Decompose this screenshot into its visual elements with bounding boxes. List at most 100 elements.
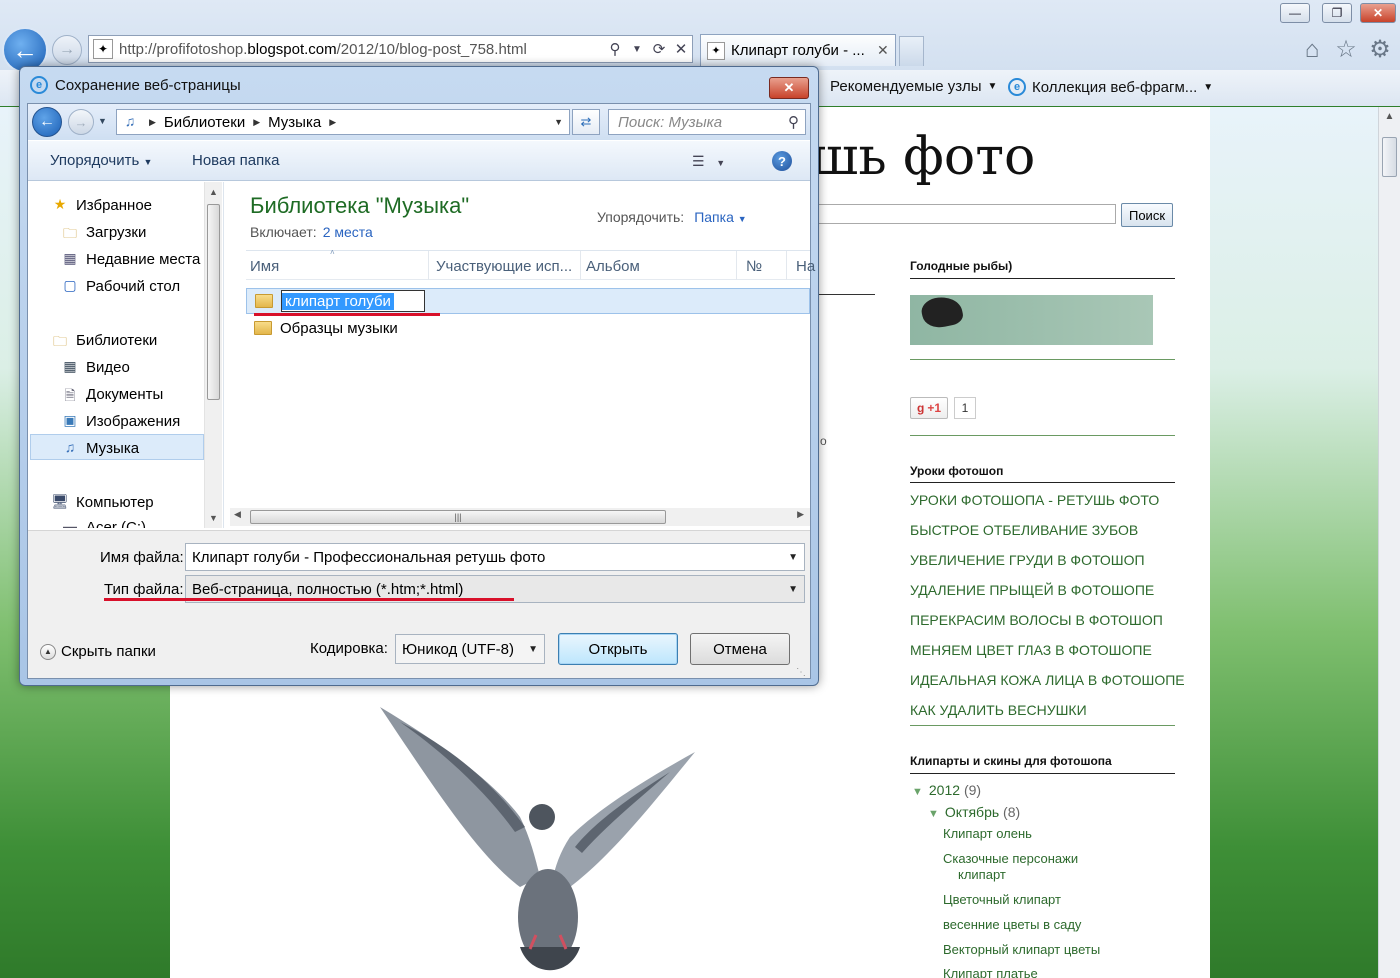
file-row[interactable]: Образцы музыки (246, 315, 810, 341)
archive-month[interactable]: ▼ Октябрь (8) (928, 804, 1020, 822)
chevron-down-icon[interactable]: ▼ (554, 117, 563, 127)
page-scrollbar[interactable]: ▲ (1378, 107, 1400, 978)
google-plus-button[interactable]: g +1 (910, 397, 948, 419)
hungry-fish-widget-image[interactable] (910, 293, 1153, 345)
blog-search-button[interactable]: Поиск (1121, 203, 1173, 227)
archive-year[interactable]: ▼ 2012 (9) (912, 782, 981, 800)
encoding-select[interactable]: Юникод (UTF-8) ▼ (395, 634, 545, 664)
breadcrumb-libraries[interactable]: Библиотеки (164, 114, 245, 131)
gear-icon[interactable]: ⚙ (1366, 36, 1394, 64)
archive-post-link[interactable]: Клипарт олень (943, 826, 1032, 842)
tree-item-computer[interactable]: 🖥 Компьютер (50, 493, 154, 511)
favorites-item-recommended[interactable]: Рекомендуемые узлы ▼ (830, 78, 997, 95)
close-window-button[interactable]: ✕ (1360, 3, 1396, 23)
tree-item-images[interactable]: ▣ Изображения (60, 412, 180, 430)
dialog-back-button[interactable]: ← (32, 107, 62, 137)
file-list-hscrollbar[interactable]: ◀ ||| ▶ (230, 508, 810, 526)
close-tab-icon[interactable]: ✕ (877, 42, 895, 59)
lesson-link[interactable]: ПЕРЕКРАСИМ ВОЛОСЫ В ФОТОШОП (910, 612, 1163, 628)
refresh-button[interactable]: ⇄ (572, 109, 600, 135)
favorites-item-label: Коллекция веб-фрагм... (1032, 78, 1198, 96)
forward-button[interactable]: → (52, 35, 82, 65)
lesson-link[interactable]: БЫСТРОЕ ОТБЕЛИВАНИЕ ЗУБОВ (910, 522, 1138, 538)
column-name[interactable]: Имя (250, 258, 279, 275)
tree-item-favorites[interactable]: ★ Избранное (50, 196, 152, 214)
dialog-forward-button[interactable]: → (68, 109, 94, 135)
archive-post-link[interactable]: весенние цветы в саду (943, 917, 1081, 933)
tab-title: Клипарт голуби - ... (731, 42, 865, 59)
restore-button[interactable]: ❐ (1322, 3, 1352, 23)
scroll-up-icon[interactable]: ▲ (205, 182, 222, 202)
dialog-search-input[interactable]: Поиск: Музыка ⚲ (608, 109, 806, 135)
new-folder-button[interactable]: Новая папка (192, 152, 279, 169)
lesson-link[interactable]: МЕНЯЕМ ЦВЕТ ГЛАЗ В ФОТОШОПЕ (910, 642, 1152, 658)
search-icon[interactable]: ⚲ (604, 40, 626, 58)
lesson-link[interactable]: ИДЕАЛЬНАЯ КОЖА ЛИЦА В ФОТОШОПЕ (910, 672, 1185, 688)
scroll-right-icon[interactable]: ▶ (797, 509, 804, 520)
filename-field[interactable]: Клипарт голуби - Профессиональная ретушь… (185, 543, 805, 571)
chevron-down-icon[interactable]: ▼ (788, 552, 798, 563)
view-options-button[interactable]: ☰ ▼ (692, 153, 725, 170)
scroll-up-icon[interactable]: ▲ (1379, 107, 1400, 127)
column-album[interactable]: Альбом (586, 258, 640, 275)
chevron-down-icon[interactable]: ▼ (528, 644, 538, 655)
scroll-down-icon[interactable]: ▼ (205, 508, 222, 528)
refresh-icon[interactable]: ⟳ (648, 40, 670, 58)
tree-item-recent[interactable]: ▦ Недавние места (60, 250, 200, 268)
column-title[interactable]: На (796, 258, 815, 275)
scroll-left-icon[interactable]: ◀ (234, 509, 241, 520)
new-tab-button[interactable] (899, 36, 924, 66)
navigation-scrollbar[interactable]: ▲ ▼ (204, 182, 222, 528)
tree-item-drive[interactable]: ▬ Acer (C:) (60, 518, 146, 528)
lesson-link[interactable]: УДАЛЕНИЕ ПРЫЩЕЙ В ФОТОШОПЕ (910, 582, 1154, 598)
breadcrumb[interactable]: ♫ ▶ Библиотеки ▶ Музыка ▶ ▼ (116, 109, 570, 135)
blog-search-input[interactable] (810, 204, 1116, 224)
tree-item-video[interactable]: ▦ Видео (60, 358, 129, 376)
column-artists[interactable]: Участвующие исп... (436, 258, 572, 275)
file-row[interactable]: клипарт голуби (246, 288, 810, 314)
lesson-link[interactable]: КАК УДАЛИТЬ ВЕСНУШКИ (910, 702, 1087, 718)
chevron-down-icon[interactable]: ▼ (788, 584, 798, 595)
scrollbar-thumb[interactable] (207, 204, 220, 400)
address-bar[interactable]: ✦ http://profifotoshop.blogspot.com/2012… (88, 35, 693, 63)
home-icon[interactable]: ⌂ (1298, 36, 1326, 64)
tree-item-documents[interactable]: 🗎 Документы (60, 385, 163, 404)
archive-post-link[interactable]: клипарт (958, 867, 1006, 883)
rename-input[interactable]: клипарт голуби (281, 290, 425, 312)
minimize-button[interactable]: — (1280, 3, 1310, 23)
organize-button[interactable]: Упорядочить ▼ (50, 152, 152, 169)
tree-item-music[interactable]: ♫ Музыка (60, 439, 139, 457)
arrange-dropdown[interactable]: Папка ▼ (694, 209, 746, 225)
favorites-item-webslices[interactable]: e Коллекция веб-фрагм... ▼ (1008, 78, 1213, 96)
lesson-link[interactable]: УВЕЛИЧЕНИЕ ГРУДИ В ФОТОШОП (910, 552, 1145, 568)
dialog-close-button[interactable]: ✕ (769, 77, 809, 99)
browser-tab[interactable]: ✦ Клипарт голуби - ... ✕ (700, 34, 896, 66)
column-separator[interactable] (428, 251, 429, 280)
column-separator[interactable] (786, 251, 787, 280)
lesson-link[interactable]: УРОКИ ФОТОШОПА - РЕТУШЬ ФОТО (910, 492, 1159, 508)
address-url[interactable]: http://profifotoshop.blogspot.com/2012/1… (119, 41, 604, 58)
archive-post-link[interactable]: Сказочные персонажи (943, 851, 1078, 867)
open-button[interactable]: Открыть (558, 633, 678, 665)
tree-item-desktop[interactable]: ▢ Рабочий стол (60, 277, 180, 295)
resize-grip-icon[interactable]: ⋱ (796, 667, 806, 678)
includes-link[interactable]: 2 места (323, 224, 373, 240)
column-number[interactable]: № (746, 258, 762, 275)
tree-item-downloads[interactable]: 🗀 Загрузки (60, 223, 146, 242)
help-button[interactable]: ? (772, 151, 792, 171)
recent-locations-dropdown[interactable]: ▼ (98, 116, 107, 126)
scrollbar-thumb[interactable] (1382, 137, 1397, 177)
scrollbar-thumb[interactable]: ||| (250, 510, 666, 524)
cancel-button[interactable]: Отмена (690, 633, 790, 665)
tree-item-libraries[interactable]: 🗀 Библиотеки (50, 331, 157, 350)
archive-post-link[interactable]: Векторный клипарт цветы (943, 942, 1100, 958)
column-separator[interactable] (736, 251, 737, 280)
favorites-star-icon[interactable]: ☆ (1332, 36, 1360, 64)
hide-folders-button[interactable]: ▲ Скрыть папки (40, 643, 156, 660)
breadcrumb-music[interactable]: Музыка (268, 114, 321, 131)
chevron-down-icon[interactable]: ▼ (626, 44, 648, 55)
archive-post-link[interactable]: Клипарт платье (943, 966, 1038, 978)
stop-icon[interactable]: ✕ (670, 40, 692, 58)
column-separator[interactable] (580, 251, 581, 280)
archive-post-link[interactable]: Цветочный клипарт (943, 892, 1061, 908)
